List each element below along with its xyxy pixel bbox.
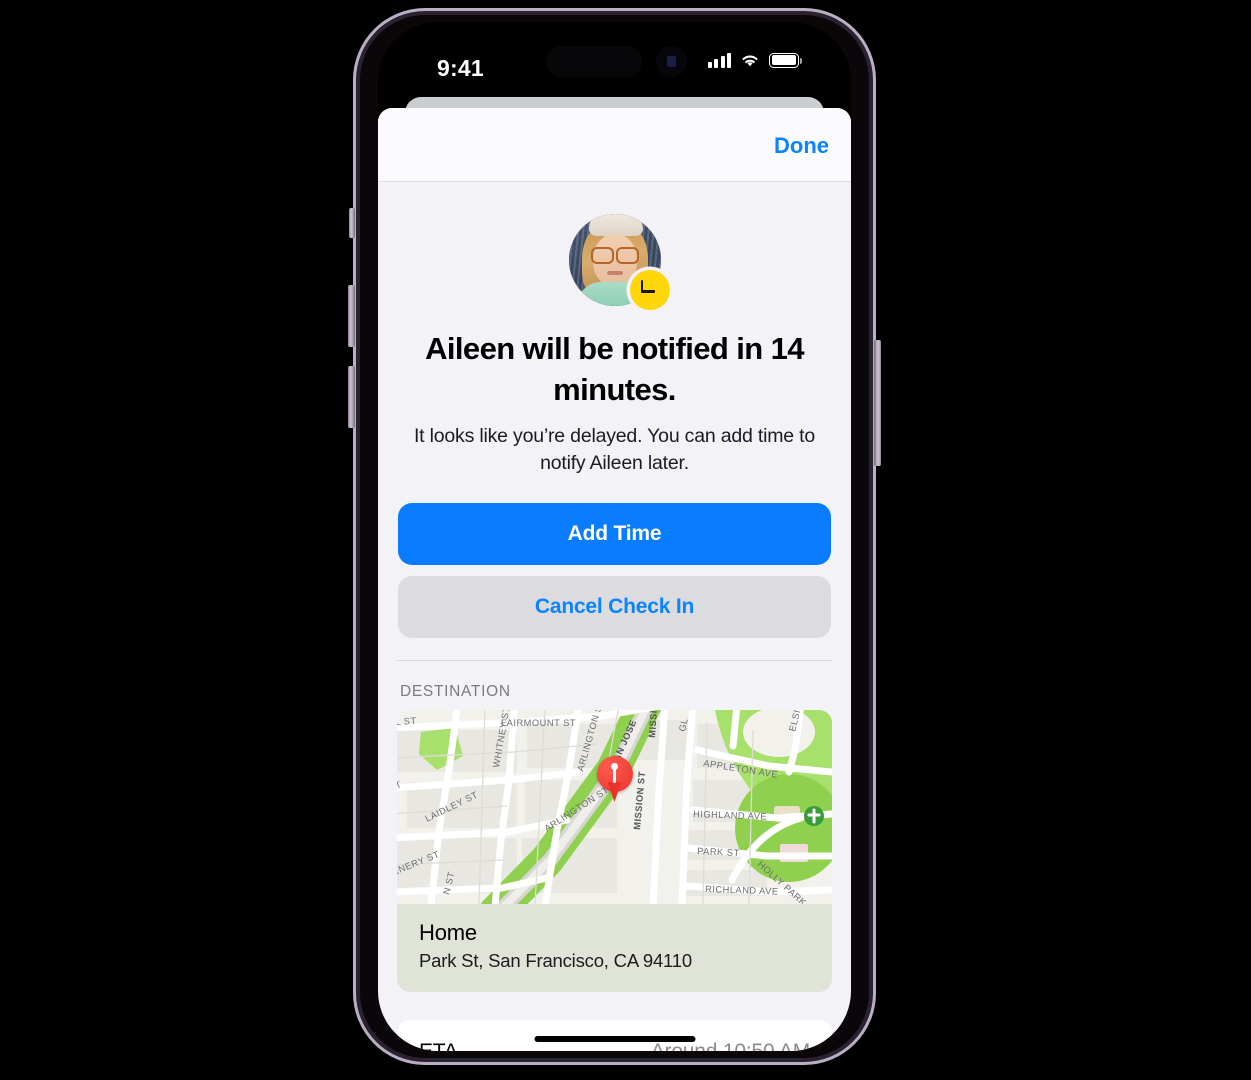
destination-name: Home bbox=[419, 920, 477, 945]
map-pin-icon bbox=[596, 756, 633, 802]
volume-down-button[interactable] bbox=[348, 366, 355, 428]
check-in-sheet: Done Aileen will be notified in 14 minut… bbox=[378, 108, 851, 1051]
park-poi-icon bbox=[804, 806, 824, 826]
destination-address: Park St, San Francisco, CA 94110 bbox=[419, 950, 692, 971]
silent-switch-button[interactable] bbox=[349, 208, 355, 238]
wifi-icon bbox=[742, 55, 758, 67]
clock-badge-icon bbox=[629, 270, 670, 310]
dynamic-island bbox=[546, 46, 642, 77]
sheet-nav-bar: Done bbox=[378, 108, 851, 182]
battery-icon bbox=[769, 52, 803, 68]
phone-screen: 9:41 Done Aileen will be notified in 14 … bbox=[378, 22, 851, 1051]
sheet-content: Aileen will be notified in 14 minutes. I… bbox=[378, 214, 851, 1051]
power-button[interactable] bbox=[874, 340, 881, 466]
cellular-bars-icon bbox=[707, 52, 731, 68]
page-title: Aileen will be notified in 14 minutes. bbox=[425, 331, 804, 407]
map-canvas: EL ST FAIRMOUNT ST WHITNEY ST ARLINGTON … bbox=[397, 710, 832, 904]
section-divider bbox=[396, 660, 833, 661]
volume-up-button[interactable] bbox=[348, 285, 355, 347]
eta-label: ETA bbox=[419, 1040, 458, 1051]
action-buttons: Add Time Cancel Check In bbox=[398, 503, 831, 638]
destination-section-label: DESTINATION bbox=[400, 683, 511, 700]
status-bar-indicators bbox=[707, 52, 803, 68]
add-time-button[interactable]: Add Time bbox=[398, 503, 831, 565]
svg-text:FAIRMOUNT ST: FAIRMOUNT ST bbox=[501, 718, 576, 728]
cancel-check-in-button[interactable]: Cancel Check In bbox=[398, 576, 831, 638]
destination-map[interactable]: EL ST FAIRMOUNT ST WHITNEY ST ARLINGTON … bbox=[397, 710, 832, 904]
home-indicator[interactable] bbox=[534, 1036, 695, 1042]
destination-card[interactable]: EL ST FAIRMOUNT ST WHITNEY ST ARLINGTON … bbox=[397, 710, 832, 992]
done-button[interactable]: Done bbox=[774, 133, 829, 159]
destination-info: Home Park St, San Francisco, CA 94110 bbox=[397, 904, 832, 992]
avatar bbox=[568, 214, 670, 310]
screenshot-canvas: 9:41 Done Aileen will be notified in 14 … bbox=[0, 0, 1251, 1080]
status-bar-time: 9:41 bbox=[437, 55, 484, 81]
front-camera-icon bbox=[656, 46, 687, 77]
page-subtitle: It looks like you’re delayed. You can ad… bbox=[413, 425, 816, 474]
status-bar: 9:41 bbox=[378, 22, 851, 94]
